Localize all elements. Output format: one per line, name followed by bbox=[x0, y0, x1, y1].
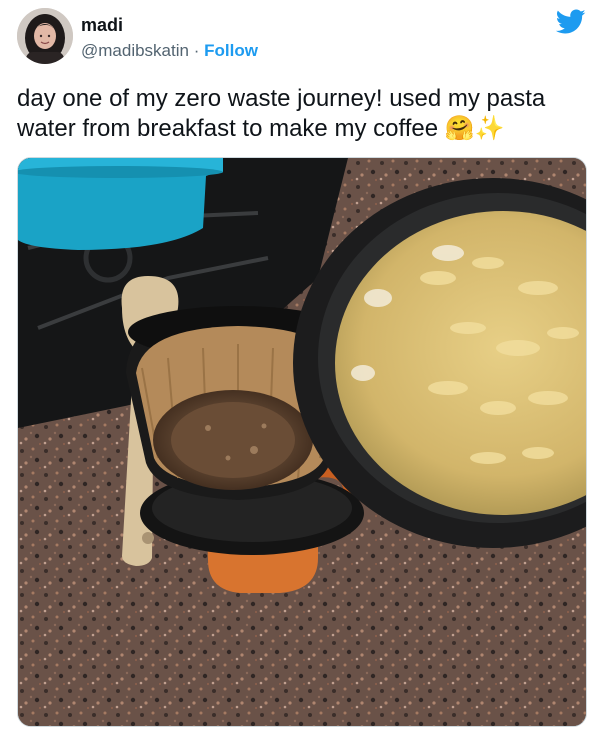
photo-illustration bbox=[18, 158, 586, 726]
avatar[interactable] bbox=[17, 8, 73, 64]
tweet-text: day one of my zero waste journey! used m… bbox=[17, 85, 546, 142]
author-name[interactable]: madi bbox=[81, 14, 123, 36]
follow-button[interactable]: Follow bbox=[204, 41, 258, 60]
author-handle[interactable]: @madibskatin bbox=[81, 41, 189, 60]
tweet-card: madi @madibskatin · Follow day one of my… bbox=[0, 0, 600, 736]
author-handle-row: @madibskatin · Follow bbox=[81, 40, 258, 62]
tweet-photo[interactable] bbox=[17, 157, 587, 727]
separator: · bbox=[193, 41, 200, 60]
twitter-bird-icon[interactable] bbox=[555, 9, 586, 35]
